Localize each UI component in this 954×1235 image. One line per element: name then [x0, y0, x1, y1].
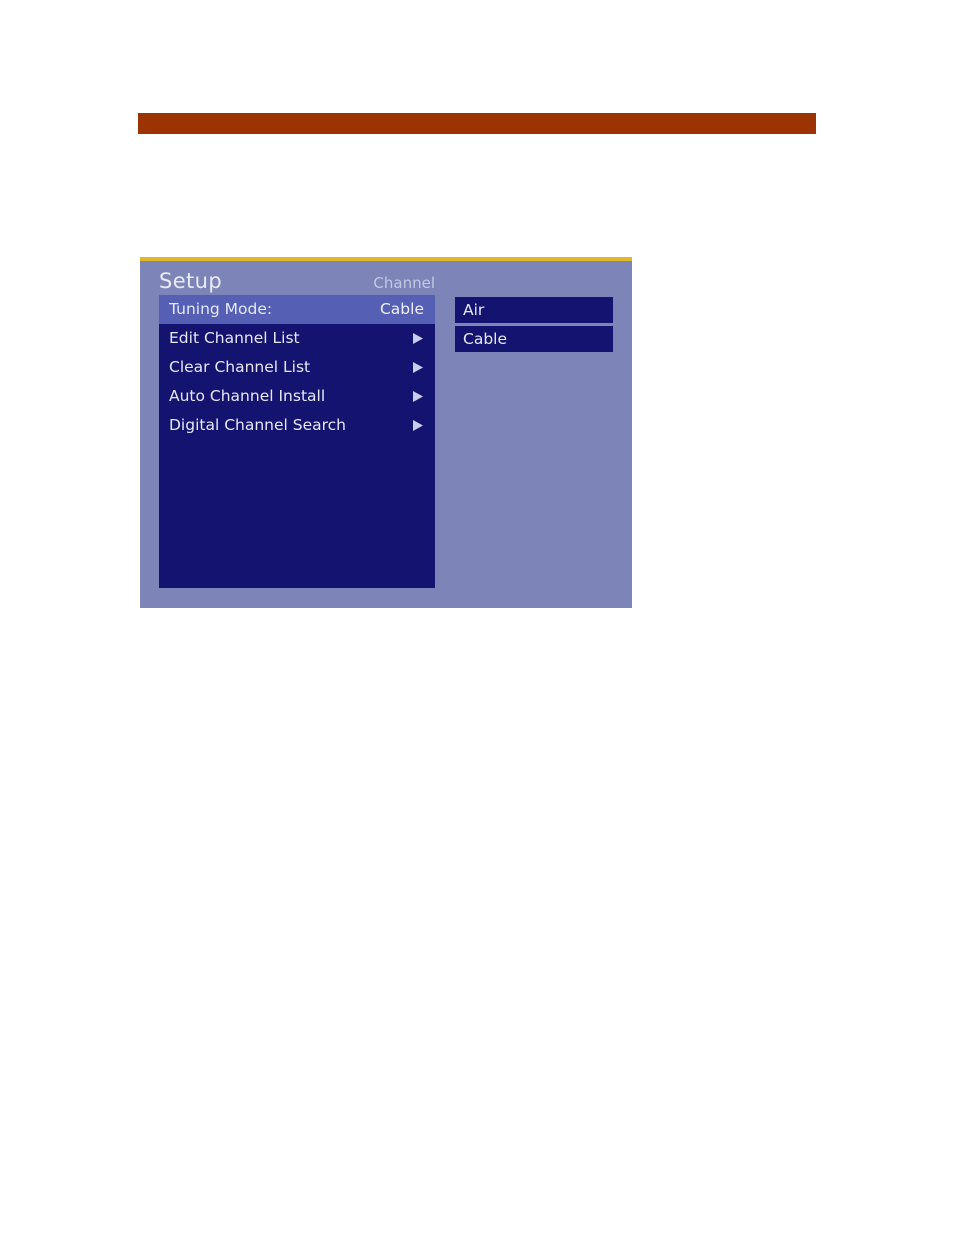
chevron-right-icon — [413, 411, 423, 440]
chevron-right-icon — [413, 353, 423, 382]
chevron-right-icon — [413, 382, 423, 411]
osd-section-label: Channel — [373, 274, 435, 292]
osd-setup-dialog: Setup Channel Tuning Mode: Cable Edit Ch… — [140, 257, 632, 608]
menu-item-tuning-mode[interactable]: Tuning Mode: Cable — [159, 295, 435, 324]
page-title: Setup — [159, 269, 223, 293]
menu-item-label: Digital Channel Search — [169, 416, 347, 434]
menu-item-label: Edit Channel List — [169, 329, 300, 347]
menu-item-label: Tuning Mode: — [169, 300, 273, 318]
setup-menu-list: Tuning Mode: Cable Edit Channel List Cle… — [159, 295, 435, 588]
menu-item-auto-channel-install[interactable]: Auto Channel Install — [159, 382, 435, 411]
menu-item-edit-channel-list[interactable]: Edit Channel List — [159, 324, 435, 353]
menu-item-value: Cable — [379, 300, 424, 318]
tuning-mode-options: Air Cable — [455, 297, 613, 355]
page-accent-bar — [138, 113, 816, 134]
menu-item-label: Auto Channel Install — [169, 387, 326, 405]
osd-top-rule — [140, 257, 632, 261]
menu-item-digital-channel-search[interactable]: Digital Channel Search — [159, 411, 435, 440]
menu-item-clear-channel-list[interactable]: Clear Channel List — [159, 353, 435, 382]
option-air[interactable]: Air — [455, 297, 613, 323]
menu-item-label: Clear Channel List — [169, 358, 311, 376]
option-cable[interactable]: Cable — [455, 326, 613, 352]
chevron-right-icon — [413, 324, 423, 353]
osd-titlebar: Setup Channel — [159, 267, 435, 297]
